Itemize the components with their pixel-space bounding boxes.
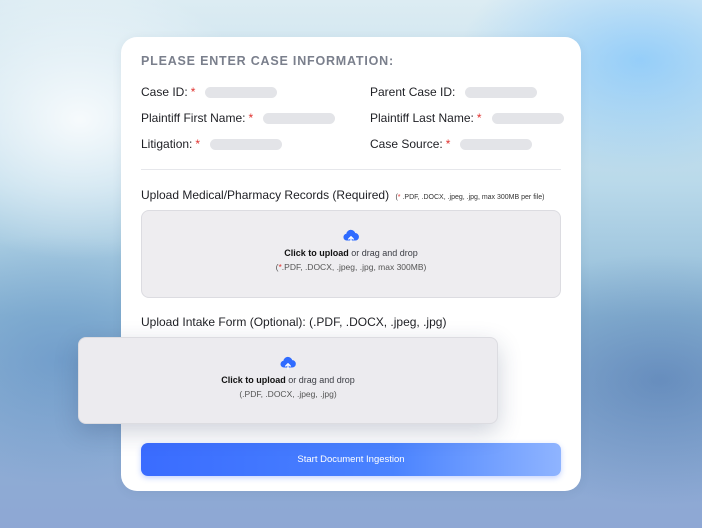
plaintiff-first-name-field: Plaintiff First Name: * bbox=[141, 111, 336, 125]
plaintiff-last-name-label: Plaintiff Last Name: bbox=[370, 111, 474, 125]
start-document-ingestion-button[interactable]: Start Document Ingestion bbox=[141, 443, 561, 476]
litigation-field: Litigation: * bbox=[141, 137, 283, 151]
case-id-input[interactable] bbox=[205, 86, 278, 98]
required-mark: * bbox=[476, 111, 482, 125]
case-source-field: Case Source: * bbox=[370, 137, 533, 151]
divider bbox=[141, 169, 561, 170]
upload-instruction: Click to upload or drag and drop bbox=[221, 375, 355, 385]
upload-formats: (*.PDF, .DOCX, .jpeg, .jpg, max 300MB) bbox=[275, 262, 427, 272]
case-source-label: Case Source: bbox=[370, 137, 443, 151]
plaintiff-first-name-label: Plaintiff First Name: bbox=[141, 111, 246, 125]
parent-case-id-field: Parent Case ID: bbox=[370, 85, 538, 99]
case-id-label: Case ID: bbox=[141, 85, 188, 99]
click-to-upload-link[interactable]: Click to upload bbox=[221, 375, 286, 385]
litigation-label: Litigation: bbox=[141, 137, 193, 151]
required-mark: * bbox=[190, 85, 196, 99]
medical-upload-title: Upload Medical/Pharmacy Records (Require… bbox=[141, 188, 390, 202]
medical-upload-label: Upload Medical/Pharmacy Records (Require… bbox=[141, 188, 544, 202]
medical-records-dropzone[interactable]: Click to upload or drag and drop (*.PDF,… bbox=[141, 210, 561, 298]
case-id-field: Case ID: * bbox=[141, 85, 278, 99]
parent-case-id-label: Parent Case ID: bbox=[370, 85, 456, 99]
litigation-input[interactable] bbox=[210, 138, 283, 150]
plaintiff-first-name-input[interactable] bbox=[263, 112, 336, 124]
required-mark: * bbox=[445, 137, 451, 151]
plaintiff-last-name-input[interactable] bbox=[491, 112, 564, 124]
upload-instruction: Click to upload or drag and drop bbox=[284, 248, 418, 258]
required-mark: * bbox=[195, 137, 201, 151]
required-mark: * bbox=[248, 111, 254, 125]
medical-upload-note: (* .PDF, .DOCX, .jpeg, .jpg, max 300MB p… bbox=[395, 194, 545, 201]
plaintiff-last-name-field: Plaintiff Last Name: * bbox=[370, 111, 564, 125]
click-to-upload-link[interactable]: Click to upload bbox=[284, 248, 349, 258]
parent-case-id-input[interactable] bbox=[465, 86, 538, 98]
cloud-upload-icon bbox=[280, 356, 296, 370]
intake-form-dropzone[interactable]: Click to upload or drag and drop (.PDF, … bbox=[78, 337, 498, 424]
cloud-upload-icon bbox=[343, 229, 359, 243]
upload-formats: (.PDF, .DOCX, .jpeg, .jpg) bbox=[239, 389, 337, 399]
case-source-input[interactable] bbox=[460, 138, 533, 150]
intake-upload-label: Upload Intake Form (Optional): (.PDF, .D… bbox=[141, 315, 447, 329]
page-title: PLEASE ENTER CASE INFORMATION: bbox=[141, 54, 394, 68]
